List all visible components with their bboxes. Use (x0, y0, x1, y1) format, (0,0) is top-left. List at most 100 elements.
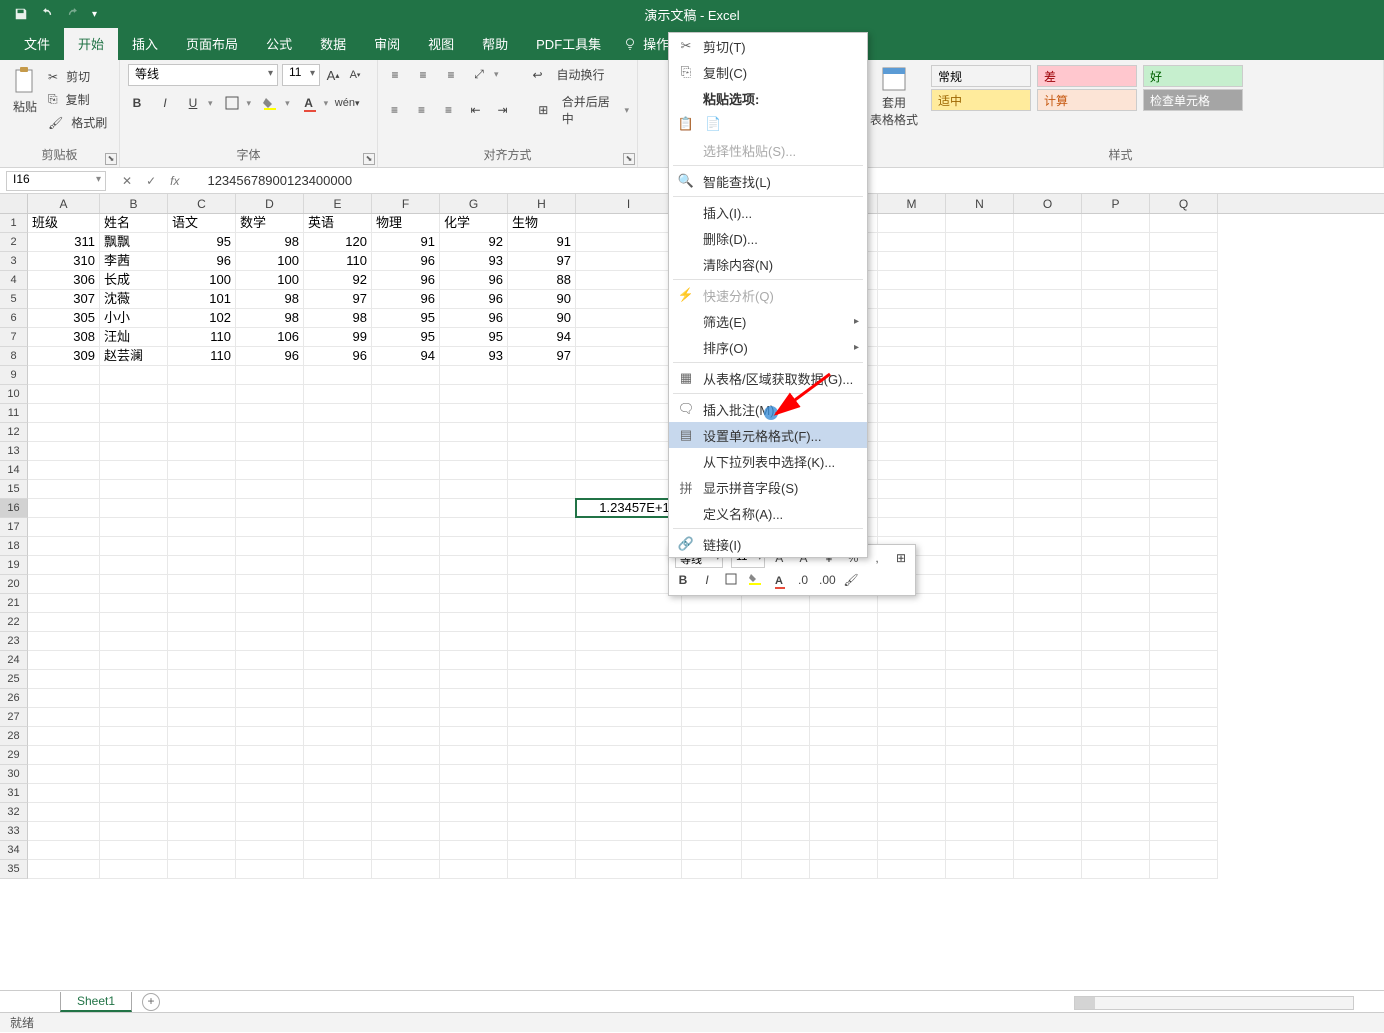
cell[interactable] (682, 632, 742, 651)
cell[interactable] (168, 556, 236, 575)
cell[interactable] (28, 841, 100, 860)
cell[interactable] (28, 366, 100, 385)
ctx-item[interactable]: 定义名称(A)... (669, 500, 867, 526)
cell[interactable] (236, 708, 304, 727)
cell[interactable] (946, 670, 1014, 689)
tab-view[interactable]: 视图 (414, 27, 468, 60)
cell[interactable] (878, 366, 946, 385)
cell[interactable] (1150, 670, 1218, 689)
cell[interactable] (236, 822, 304, 841)
cell[interactable] (304, 765, 372, 784)
mini-fill-button[interactable] (747, 573, 763, 589)
copy-button[interactable]: ⎘复制 (48, 89, 107, 110)
cell[interactable]: 长成 (100, 271, 168, 290)
cell[interactable] (1014, 518, 1082, 537)
mini-merge-icon[interactable]: ⊞ (893, 551, 909, 567)
cell[interactable] (440, 689, 508, 708)
cell[interactable]: 汪灿 (100, 328, 168, 347)
cell[interactable]: 97 (304, 290, 372, 309)
col-header-D[interactable]: D (236, 194, 304, 213)
cell[interactable] (1014, 499, 1082, 518)
cell[interactable] (236, 499, 304, 518)
mini-dec-decimal-icon[interactable]: .0 (795, 573, 811, 589)
cell[interactable]: 310 (28, 252, 100, 271)
cell[interactable] (946, 499, 1014, 518)
cell[interactable] (100, 594, 168, 613)
cell[interactable] (508, 765, 576, 784)
cell[interactable] (304, 461, 372, 480)
col-header-E[interactable]: E (304, 194, 372, 213)
cell[interactable] (168, 404, 236, 423)
cell[interactable] (236, 765, 304, 784)
cell[interactable] (1082, 442, 1150, 461)
cell[interactable]: 96 (440, 271, 508, 290)
cell[interactable]: 92 (440, 233, 508, 252)
cell[interactable] (1082, 784, 1150, 803)
ctx-item[interactable]: 粘贴选项: (669, 85, 867, 111)
indent-inc-icon[interactable]: ⇥ (494, 101, 511, 119)
cell[interactable] (508, 670, 576, 689)
row-header[interactable]: 14 (0, 461, 28, 480)
cell[interactable] (878, 385, 946, 404)
cell[interactable] (878, 252, 946, 271)
cell[interactable]: 100 (168, 271, 236, 290)
cell[interactable] (372, 765, 440, 784)
cell[interactable]: 小小 (100, 309, 168, 328)
cell[interactable] (168, 518, 236, 537)
cell[interactable] (28, 803, 100, 822)
cell[interactable] (1014, 670, 1082, 689)
cell[interactable] (1014, 461, 1082, 480)
cell[interactable]: 306 (28, 271, 100, 290)
cell[interactable] (878, 784, 946, 803)
cell[interactable]: 93 (440, 252, 508, 271)
col-header-I[interactable]: I (576, 194, 682, 213)
cell[interactable] (1082, 746, 1150, 765)
cell[interactable] (28, 708, 100, 727)
row-header[interactable]: 8 (0, 347, 28, 366)
cell[interactable] (576, 841, 682, 860)
cell[interactable] (372, 803, 440, 822)
style-neutral[interactable]: 适中 (931, 89, 1031, 111)
cell[interactable] (682, 670, 742, 689)
cell[interactable] (946, 594, 1014, 613)
cell[interactable] (508, 404, 576, 423)
ctx-item[interactable]: 删除(D)... (669, 225, 867, 251)
bold-button[interactable]: B (128, 94, 146, 112)
row-header[interactable]: 35 (0, 860, 28, 879)
cell[interactable]: 95 (440, 328, 508, 347)
row-header[interactable]: 28 (0, 727, 28, 746)
cell[interactable] (946, 708, 1014, 727)
cell[interactable]: 100 (236, 271, 304, 290)
cell[interactable] (304, 556, 372, 575)
cell[interactable] (878, 803, 946, 822)
cell[interactable] (304, 860, 372, 879)
cell[interactable] (576, 537, 682, 556)
cell[interactable] (168, 651, 236, 670)
cell[interactable] (1150, 404, 1218, 423)
cell[interactable] (946, 233, 1014, 252)
cell[interactable] (1082, 594, 1150, 613)
cell[interactable] (1150, 442, 1218, 461)
cell[interactable] (1014, 309, 1082, 328)
cell[interactable] (100, 784, 168, 803)
cell[interactable]: 沈薇 (100, 290, 168, 309)
cell[interactable] (168, 822, 236, 841)
cell[interactable]: 90 (508, 290, 576, 309)
cell[interactable] (576, 404, 682, 423)
row-header[interactable]: 6 (0, 309, 28, 328)
cell[interactable] (946, 860, 1014, 879)
cell[interactable] (810, 860, 878, 879)
cell[interactable] (304, 822, 372, 841)
cell[interactable] (576, 385, 682, 404)
font-color-button[interactable]: A (300, 94, 318, 112)
cell[interactable] (304, 366, 372, 385)
cell[interactable] (682, 841, 742, 860)
cell[interactable] (742, 803, 810, 822)
cell[interactable]: 姓名 (100, 214, 168, 233)
fx-icon[interactable]: fx (170, 174, 179, 188)
row-header[interactable]: 12 (0, 423, 28, 442)
align-left-icon[interactable]: ≡ (386, 101, 403, 119)
cell[interactable] (1014, 594, 1082, 613)
cell[interactable]: 96 (440, 309, 508, 328)
cell[interactable] (236, 860, 304, 879)
